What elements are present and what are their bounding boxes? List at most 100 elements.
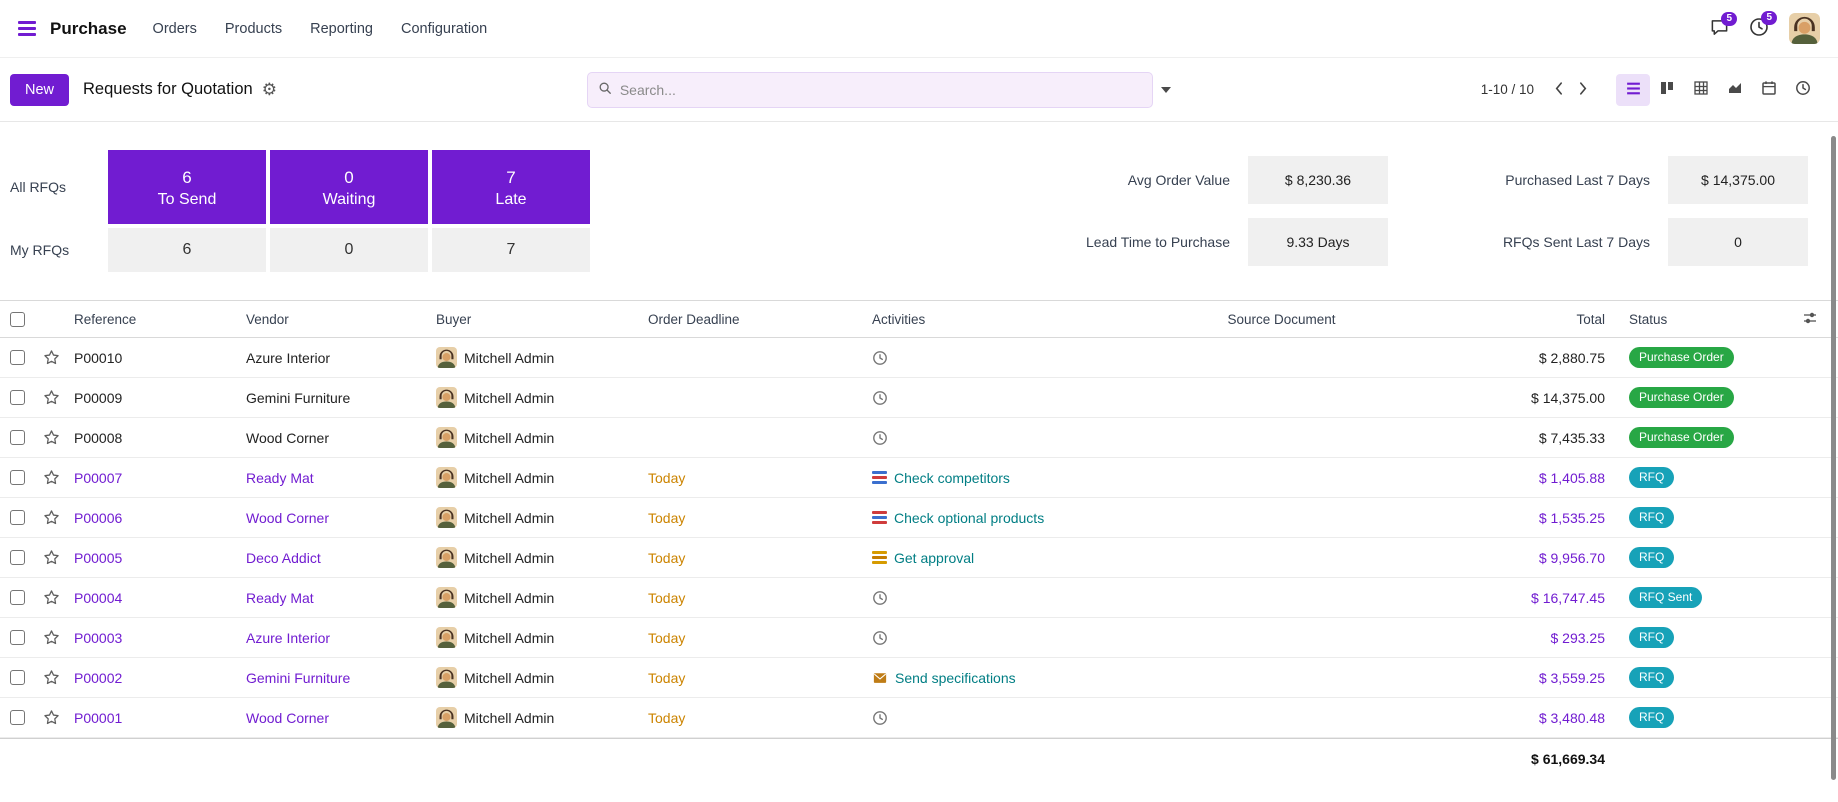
header-vendor[interactable]: Vendor bbox=[240, 312, 430, 327]
my-rfq-filter-card[interactable]: 7 bbox=[432, 228, 590, 272]
activity-type-icon bbox=[872, 551, 887, 564]
pager-previous-button[interactable] bbox=[1550, 77, 1567, 103]
activity-cell[interactable] bbox=[866, 590, 1106, 606]
pager-next-button[interactable] bbox=[1575, 77, 1592, 103]
messages-button[interactable]: 5 bbox=[1710, 18, 1729, 40]
deadline-cell: Today bbox=[642, 550, 866, 566]
header-status[interactable]: Status bbox=[1617, 312, 1782, 327]
nav-menu-item[interactable]: Reporting bbox=[310, 21, 373, 37]
select-all-checkbox[interactable] bbox=[10, 312, 25, 327]
favorite-star-icon[interactable] bbox=[43, 389, 60, 406]
stat-value[interactable]: $ 8,230.36 bbox=[1248, 156, 1388, 204]
activity-label[interactable]: Get approval bbox=[894, 550, 974, 566]
user-avatar[interactable] bbox=[1789, 13, 1820, 44]
header-source-document[interactable]: Source Document bbox=[1106, 312, 1457, 327]
new-button[interactable]: New bbox=[10, 74, 69, 106]
vendor-cell: Azure Interior bbox=[240, 630, 430, 646]
favorite-star-icon[interactable] bbox=[43, 429, 60, 446]
header-order-deadline[interactable]: Order Deadline bbox=[642, 312, 866, 327]
view-pivot-button[interactable] bbox=[1684, 74, 1718, 106]
activity-cell[interactable] bbox=[866, 390, 1106, 406]
apps-menu-button[interactable] bbox=[18, 21, 36, 36]
stat-value[interactable]: 9.33 Days bbox=[1248, 218, 1388, 266]
favorite-star-icon[interactable] bbox=[43, 589, 60, 606]
activity-cell[interactable] bbox=[866, 710, 1106, 726]
row-checkbox[interactable] bbox=[10, 710, 25, 725]
favorite-star-icon[interactable] bbox=[43, 549, 60, 566]
row-checkbox[interactable] bbox=[10, 670, 25, 685]
row-checkbox[interactable] bbox=[10, 590, 25, 605]
clock-icon[interactable] bbox=[872, 710, 888, 726]
activity-label[interactable]: Check competitors bbox=[894, 470, 1010, 486]
row-checkbox[interactable] bbox=[10, 630, 25, 645]
vendor-cell: Wood Corner bbox=[240, 430, 430, 446]
favorite-star-icon[interactable] bbox=[43, 629, 60, 646]
view-list-button[interactable] bbox=[1616, 74, 1650, 106]
favorite-star-icon[interactable] bbox=[43, 349, 60, 366]
nav-menu-item[interactable]: Orders bbox=[153, 21, 197, 37]
nav-menu-item[interactable]: Products bbox=[225, 21, 282, 37]
rfq-filter-card[interactable]: 6 To Send bbox=[108, 150, 266, 224]
favorite-star-icon[interactable] bbox=[43, 669, 60, 686]
vertical-scrollbar[interactable] bbox=[1831, 136, 1836, 780]
table-row[interactable]: P00003 Azure Interior Mitchell Admin Tod… bbox=[0, 618, 1838, 658]
clock-icon[interactable] bbox=[872, 630, 888, 646]
rfq-filter-card[interactable]: 0 Waiting bbox=[270, 150, 428, 224]
status-badge: RFQ bbox=[1629, 707, 1674, 727]
favorite-star-icon[interactable] bbox=[43, 509, 60, 526]
search-options-toggle-icon[interactable] bbox=[1161, 87, 1171, 93]
header-total[interactable]: Total bbox=[1457, 312, 1617, 327]
clock-icon[interactable] bbox=[872, 350, 888, 366]
stat-value[interactable]: $ 14,375.00 bbox=[1668, 156, 1808, 204]
table-row[interactable]: P00008 Wood Corner Mitchell Admin $ 7,43… bbox=[0, 418, 1838, 458]
dashboard-stat: Purchased Last 7 Days $ 14,375.00 bbox=[1438, 156, 1808, 204]
favorite-star-icon[interactable] bbox=[43, 709, 60, 726]
my-rfq-filter-card[interactable]: 6 bbox=[108, 228, 266, 272]
table-row[interactable]: P00001 Wood Corner Mitchell Admin Today … bbox=[0, 698, 1838, 738]
view-calendar-button[interactable] bbox=[1752, 74, 1786, 106]
activity-cell[interactable] bbox=[866, 630, 1106, 646]
table-row[interactable]: P00010 Azure Interior Mitchell Admin $ 2… bbox=[0, 338, 1838, 378]
clock-icon[interactable] bbox=[872, 390, 888, 406]
table-row[interactable]: P00002 Gemini Furniture Mitchell Admin T… bbox=[0, 658, 1838, 698]
row-checkbox[interactable] bbox=[10, 350, 25, 365]
table-row[interactable]: P00006 Wood Corner Mitchell Admin Today … bbox=[0, 498, 1838, 538]
header-reference[interactable]: Reference bbox=[68, 312, 240, 327]
view-kanban-button[interactable] bbox=[1650, 74, 1684, 106]
activity-cell[interactable]: Check optional products bbox=[866, 510, 1106, 526]
activity-label[interactable]: Send specifications bbox=[895, 670, 1016, 686]
table-row[interactable]: P00007 Ready Mat Mitchell Admin Today Ch… bbox=[0, 458, 1838, 498]
favorite-star-icon[interactable] bbox=[43, 469, 60, 486]
row-checkbox[interactable] bbox=[10, 430, 25, 445]
activity-cell[interactable] bbox=[866, 430, 1106, 446]
action-gear-icon[interactable]: ⚙ bbox=[262, 81, 277, 98]
activity-label[interactable]: Check optional products bbox=[894, 510, 1044, 526]
buyer-name: Mitchell Admin bbox=[464, 430, 554, 446]
activity-cell[interactable] bbox=[866, 350, 1106, 366]
row-checkbox[interactable] bbox=[10, 390, 25, 405]
row-checkbox[interactable] bbox=[10, 510, 25, 525]
row-checkbox[interactable] bbox=[10, 550, 25, 565]
activity-cell[interactable]: Get approval bbox=[866, 550, 1106, 566]
table-row[interactable]: P00005 Deco Addict Mitchell Admin Today … bbox=[0, 538, 1838, 578]
activities-button[interactable]: 5 bbox=[1749, 17, 1769, 40]
view-activity-button[interactable] bbox=[1786, 74, 1820, 106]
activity-cell[interactable]: Send specifications bbox=[866, 670, 1106, 686]
status-badge: Purchase Order bbox=[1629, 387, 1734, 407]
row-checkbox[interactable] bbox=[10, 470, 25, 485]
activity-cell[interactable]: Check competitors bbox=[866, 470, 1106, 486]
stat-value[interactable]: 0 bbox=[1668, 218, 1808, 266]
header-activities[interactable]: Activities bbox=[866, 312, 1106, 327]
header-buyer[interactable]: Buyer bbox=[430, 312, 642, 327]
clock-icon[interactable] bbox=[872, 590, 888, 606]
view-graph-button[interactable] bbox=[1718, 74, 1752, 106]
app-name[interactable]: Purchase bbox=[50, 19, 127, 39]
rfq-filter-card[interactable]: 7 Late bbox=[432, 150, 590, 224]
nav-menu-item[interactable]: Configuration bbox=[401, 21, 487, 37]
table-row[interactable]: P00004 Ready Mat Mitchell Admin Today $ … bbox=[0, 578, 1838, 618]
adjust-columns-icon[interactable] bbox=[1802, 310, 1818, 329]
search-input[interactable] bbox=[620, 82, 1142, 98]
my-rfq-filter-card[interactable]: 0 bbox=[270, 228, 428, 272]
clock-icon[interactable] bbox=[872, 430, 888, 446]
table-row[interactable]: P00009 Gemini Furniture Mitchell Admin $… bbox=[0, 378, 1838, 418]
